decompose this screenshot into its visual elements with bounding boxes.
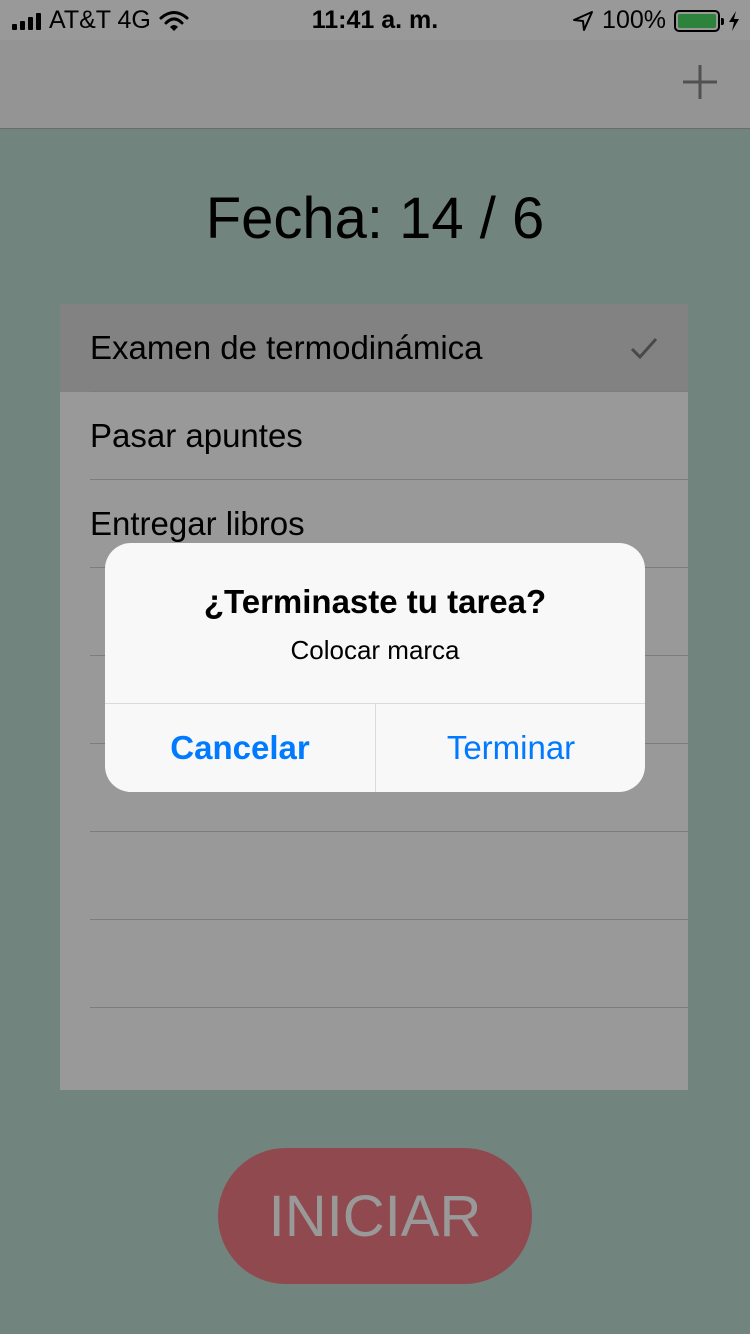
alert-message: Colocar marca bbox=[290, 635, 460, 665]
terminate-button[interactable]: Terminar bbox=[376, 704, 645, 792]
alert-dialog: ¿Terminaste tu tarea? Colocar marca Canc… bbox=[105, 543, 645, 792]
alert-title: ¿Terminaste tu tarea? bbox=[203, 583, 547, 620]
cancel-button[interactable]: Cancelar bbox=[105, 704, 375, 792]
